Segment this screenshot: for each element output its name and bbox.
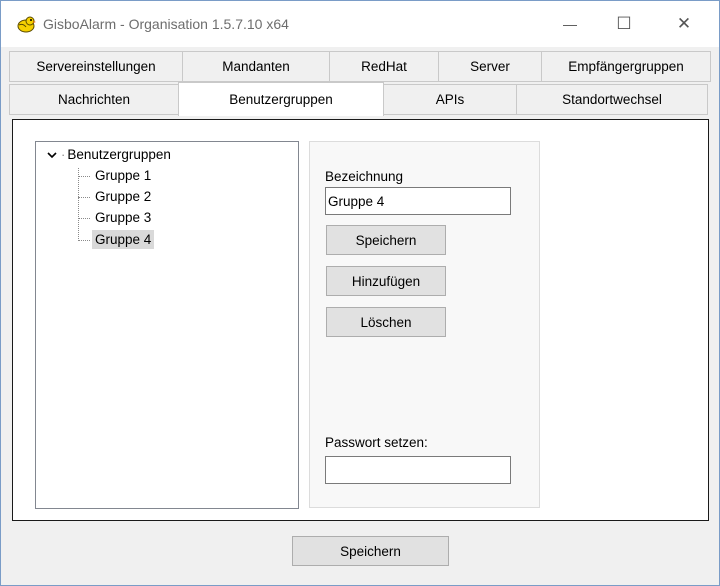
benutzergruppen-panel: · Benutzergruppen Gruppe 1 Gruppe 2 Grup… bbox=[12, 119, 709, 521]
tree-line bbox=[78, 197, 90, 198]
app-icon bbox=[17, 16, 36, 33]
tab-nachrichten[interactable]: Nachrichten bbox=[9, 84, 179, 115]
tab-redhat[interactable]: RedHat bbox=[329, 51, 439, 82]
minimize-button[interactable]: — bbox=[547, 1, 593, 47]
minimize-icon: — bbox=[563, 16, 577, 32]
tree-item-gruppe-2[interactable]: Gruppe 2 bbox=[92, 187, 154, 206]
close-button[interactable]: ✕ bbox=[661, 1, 707, 47]
tab-benutzergruppen[interactable]: Benutzergruppen bbox=[178, 82, 384, 116]
tab-standortwechsel[interactable]: Standortwechsel bbox=[516, 84, 708, 115]
tree-root[interactable]: · Benutzergruppen bbox=[46, 147, 171, 162]
tree-item-gruppe-3[interactable]: Gruppe 3 bbox=[92, 208, 154, 227]
group-tree[interactable]: · Benutzergruppen Gruppe 1 Gruppe 2 Grup… bbox=[35, 141, 299, 509]
tab-row-1: Servereinstellungen Mandanten RedHat Ser… bbox=[9, 51, 711, 82]
app-window: GisboAlarm - Organisation 1.5.7.10 x64 —… bbox=[0, 0, 720, 586]
chevron-down-icon[interactable] bbox=[46, 150, 58, 160]
speichern-button[interactable]: Speichern bbox=[326, 225, 446, 255]
loeschen-button[interactable]: Löschen bbox=[326, 307, 446, 337]
tree-line bbox=[78, 176, 90, 177]
tree-connector-dot: · bbox=[61, 147, 66, 162]
tree-item-gruppe-4[interactable]: Gruppe 4 bbox=[92, 230, 155, 249]
hinzufuegen-button[interactable]: Hinzufügen bbox=[326, 266, 446, 296]
passwort-label: Passwort setzen: bbox=[325, 435, 428, 450]
bezeichnung-label: Bezeichnung bbox=[325, 169, 404, 184]
tree-item-gruppe-1[interactable]: Gruppe 1 bbox=[92, 166, 154, 185]
tab-empfaengergruppen[interactable]: Empfängergruppen bbox=[541, 51, 711, 82]
tab-mandanten[interactable]: Mandanten bbox=[182, 51, 330, 82]
window-title: GisboAlarm - Organisation 1.5.7.10 x64 bbox=[43, 16, 289, 32]
tree-root-label: Benutzergruppen bbox=[67, 147, 171, 162]
title-bar[interactable]: GisboAlarm - Organisation 1.5.7.10 x64 —… bbox=[1, 1, 719, 47]
tab-server[interactable]: Server bbox=[438, 51, 542, 82]
footer-speichern-button[interactable]: Speichern bbox=[292, 536, 449, 566]
tab-apis[interactable]: APIs bbox=[383, 84, 517, 115]
tab-servereinstellungen[interactable]: Servereinstellungen bbox=[9, 51, 183, 82]
tree-line bbox=[78, 168, 79, 241]
tab-row-2: Nachrichten Benutzergruppen APIs Standor… bbox=[9, 82, 708, 116]
edit-groupbox: Bezeichnung Speichern Hinzufügen Löschen… bbox=[309, 141, 540, 508]
passwort-input[interactable] bbox=[325, 456, 511, 484]
tree-line bbox=[78, 218, 90, 219]
tree-line bbox=[78, 240, 90, 241]
close-icon: ✕ bbox=[676, 14, 692, 33]
maximize-icon: ☐ bbox=[616, 14, 632, 33]
bezeichnung-input[interactable] bbox=[325, 187, 511, 215]
maximize-button[interactable]: ☐ bbox=[601, 1, 647, 47]
